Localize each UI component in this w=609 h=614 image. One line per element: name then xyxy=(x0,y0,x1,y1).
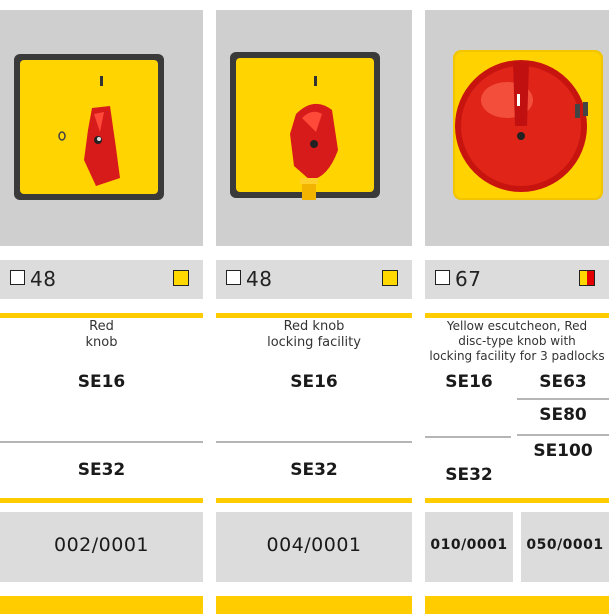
product-column-1: 48 Red knob SE16 SE32 002/0001 xyxy=(0,0,203,614)
article-number: 004/0001 xyxy=(266,534,362,556)
article-box: 050/0001 xyxy=(521,512,609,582)
gray-divider xyxy=(216,441,412,443)
article-number: 010/0001 xyxy=(430,537,508,553)
product-photo-red-knob-lock xyxy=(216,10,412,246)
description: Yellow escutcheon, Red disc-type knob wi… xyxy=(425,319,609,364)
description: Red knob xyxy=(0,319,203,351)
dimension-value: 48 xyxy=(30,267,57,291)
description-line: locking facility xyxy=(267,335,361,350)
divider-bar xyxy=(425,498,609,503)
product-column-3: 67 Yellow escutcheon, Red disc-type knob… xyxy=(425,0,609,614)
description-line: knob xyxy=(85,335,118,350)
code-se63: SE63 xyxy=(539,372,587,392)
article-box: 010/0001 xyxy=(425,512,513,582)
bottom-bar xyxy=(425,596,609,614)
red-knob-switch-image xyxy=(14,54,164,200)
description: Red knob locking facility xyxy=(216,319,412,351)
divider-bar xyxy=(216,313,412,318)
red-disc-knob-switch-image xyxy=(453,50,603,200)
article-number: 002/0001 xyxy=(53,534,150,556)
yellow-square-icon xyxy=(382,270,398,286)
yellow-red-square-icon xyxy=(579,270,595,286)
dimension-row: 67 xyxy=(425,260,609,299)
code-se16: SE16 xyxy=(445,372,493,392)
divider-bar xyxy=(0,498,203,503)
description-line: Red knob xyxy=(283,319,345,334)
gray-divider xyxy=(425,436,511,438)
article-box: 002/0001 xyxy=(0,512,203,582)
red-knob-locking-switch-image xyxy=(230,52,380,200)
bottom-bar xyxy=(0,596,203,614)
gray-divider xyxy=(517,434,609,436)
description-line: disc-type knob with xyxy=(458,334,576,348)
square-size-icon xyxy=(435,270,450,285)
yellow-square-icon xyxy=(173,270,189,286)
divider-bar xyxy=(425,313,609,318)
code-se32: SE32 xyxy=(77,460,126,480)
code-se80: SE80 xyxy=(539,405,587,425)
gray-divider xyxy=(0,441,203,443)
dimension-value: 48 xyxy=(246,267,273,291)
product-column-2: 48 Red knob locking facility SE16 SE32 0… xyxy=(216,0,412,614)
gray-divider xyxy=(517,398,609,400)
description-line: Red xyxy=(89,319,114,334)
article-box: 004/0001 xyxy=(216,512,412,582)
article-number: 050/0001 xyxy=(526,537,604,553)
code-se32: SE32 xyxy=(290,460,338,480)
code-se16: SE16 xyxy=(77,372,126,392)
code-se16: SE16 xyxy=(290,372,338,392)
code-se100: SE100 xyxy=(533,441,593,461)
square-size-icon xyxy=(10,270,25,285)
description-line: Yellow escutcheon, Red xyxy=(446,319,588,333)
product-photo-disc-knob xyxy=(425,10,609,246)
square-size-icon xyxy=(226,270,241,285)
dimension-row: 48 xyxy=(216,260,412,299)
dimension-row: 48 xyxy=(0,260,203,299)
divider-bar xyxy=(0,313,203,318)
bottom-bar xyxy=(216,596,412,614)
product-photo-red-knob xyxy=(0,10,203,246)
code-se32: SE32 xyxy=(445,465,493,485)
description-line: locking facility for 3 padlocks xyxy=(429,349,605,363)
divider-bar xyxy=(216,498,412,503)
dimension-value: 67 xyxy=(455,267,482,291)
